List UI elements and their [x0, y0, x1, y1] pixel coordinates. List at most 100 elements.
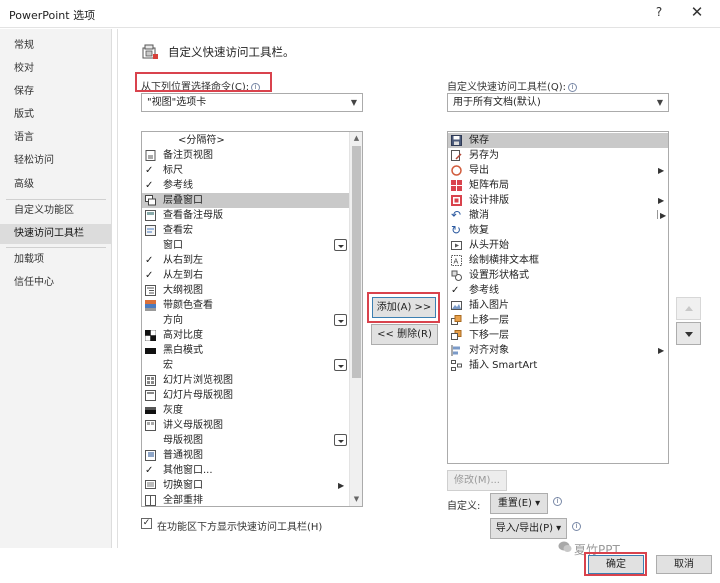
design-layout-icon: [451, 195, 462, 206]
list-item[interactable]: 查看宏: [142, 223, 349, 238]
list-item[interactable]: ✓ 其他窗口...: [142, 463, 349, 478]
switch-windows-icon: [145, 480, 156, 489]
list-item[interactable]: 对齐对象 ▶: [448, 343, 668, 358]
high-contrast-icon: [145, 330, 156, 341]
add-button[interactable]: 添加(A) >>: [372, 297, 436, 318]
list-item[interactable]: ✓ 从右到左: [142, 253, 349, 268]
list-item[interactable]: 灰度: [142, 403, 349, 418]
show-below-ribbon-label: 在功能区下方显示快速访问工具栏(H): [157, 522, 323, 533]
insert-picture-icon: [451, 301, 462, 310]
list-item[interactable]: 设置形状格式: [448, 268, 668, 283]
list-item[interactable]: 大纲视图: [142, 283, 349, 298]
check-icon: ✓: [145, 165, 154, 176]
list-item[interactable]: 全部重排: [142, 493, 349, 506]
list-item[interactable]: 设计排版 ▶: [448, 193, 668, 208]
start-from-beginning-icon: [451, 241, 462, 250]
cancel-button[interactable]: 取消: [656, 555, 712, 574]
list-item-label: 查看备注母版: [163, 210, 223, 221]
sidebar-item-quick-access-toolbar[interactable]: 快速访问工具栏: [0, 224, 111, 244]
submenu-arrow-icon: ▶: [338, 481, 345, 490]
list-item[interactable]: 窗口: [142, 238, 349, 253]
list-item[interactable]: A 绘制横排文本框: [448, 253, 668, 268]
sidebar-item-customize-ribbon[interactable]: 自定义功能区: [0, 201, 111, 221]
list-item[interactable]: 导出 ▶: [448, 163, 668, 178]
choose-commands-dropdown[interactable]: "视图"选项卡 ▼: [141, 93, 363, 112]
list-item[interactable]: 幻灯片母版视图: [142, 388, 349, 403]
list-item[interactable]: 宏: [142, 358, 349, 373]
list-item[interactable]: 查看备注母版: [142, 208, 349, 223]
remove-button[interactable]: << 删除(R): [371, 324, 438, 345]
toolbar-commands-list[interactable]: 保存 另存为 导出 ▶ 矩阵布局 设计排版 ▶ ↶ 撤消 | ▶ ↻ 恢复 从头…: [447, 131, 669, 464]
ok-button[interactable]: 确定: [588, 555, 644, 574]
redo-icon: ↻: [451, 223, 462, 237]
list-item-label: 幻灯片母版视图: [163, 390, 233, 401]
close-button[interactable]: ✕: [688, 3, 706, 21]
list-item[interactable]: ✓ 参考线: [448, 283, 668, 298]
list-item[interactable]: 插入图片: [448, 298, 668, 313]
list-item[interactable]: 下移一层: [448, 328, 668, 343]
list-item-label: 方向: [163, 315, 183, 326]
text-box-icon: A: [451, 255, 462, 266]
list-item[interactable]: 另存为: [448, 148, 668, 163]
sidebar-item-language[interactable]: 语言: [0, 128, 111, 148]
show-below-ribbon-checkbox[interactable]: ✓: [141, 518, 152, 529]
reset-button[interactable]: 重置(E) ▾: [490, 493, 548, 514]
sidebar-item-general[interactable]: 常规: [0, 36, 111, 56]
undo-icon: ↶: [451, 208, 462, 222]
list-item-selected[interactable]: 层叠窗口: [142, 193, 349, 208]
sidebar-item-save[interactable]: 保存: [0, 82, 111, 102]
list-item[interactable]: ✓ 标尺: [142, 163, 349, 178]
customize-toolbar-dropdown[interactable]: 用于所有文档(默认) ▼: [447, 93, 669, 112]
list-item-selected[interactable]: 保存: [448, 133, 668, 148]
scroll-thumb[interactable]: [352, 146, 361, 378]
list-item[interactable]: 幻灯片浏览视图: [142, 373, 349, 388]
list-item[interactable]: 带颜色查看: [142, 298, 349, 313]
list-item[interactable]: 矩阵布局: [448, 178, 668, 193]
list-item[interactable]: 插入 SmartArt: [448, 358, 668, 373]
list-item-label: 从左到右: [163, 270, 203, 281]
list-item[interactable]: ↻ 恢复: [448, 223, 668, 238]
list-item[interactable]: 方向: [142, 313, 349, 328]
list-item[interactable]: 从头开始: [448, 238, 668, 253]
available-commands-list[interactable]: <分隔符> 备注页视图 ✓ 标尺 ✓ 参考线 层叠窗口 查看备注母版 查看宏 窗…: [141, 131, 363, 507]
help-button[interactable]: ?: [651, 5, 667, 19]
list-item[interactable]: 上移一层: [448, 313, 668, 328]
list-item-label: 备注页视图: [163, 150, 213, 161]
import-export-button[interactable]: 导入/导出(P) ▾: [490, 518, 567, 539]
list-item[interactable]: 黑白模式: [142, 343, 349, 358]
sidebar-item-proofing[interactable]: 校对: [0, 59, 111, 79]
available-commands-scrollbar[interactable]: ▲ ▼: [349, 132, 362, 506]
sidebar-item-layout[interactable]: 版式: [0, 105, 111, 125]
sidebar-item-advanced[interactable]: 高级: [0, 175, 111, 195]
move-down-button[interactable]: [676, 322, 701, 345]
list-item-label: 窗口: [163, 240, 183, 251]
modify-button[interactable]: 修改(M)...: [447, 470, 507, 491]
customize-toolbar-label: 自定义快速访问工具栏(Q): i: [447, 78, 578, 93]
list-item[interactable]: 高对比度: [142, 328, 349, 343]
check-icon: ✓: [451, 285, 460, 296]
chevron-down-icon: ▼: [350, 98, 357, 107]
list-item[interactable]: 讲义母版视图: [142, 418, 349, 433]
list-item[interactable]: ✓ 从左到右: [142, 268, 349, 283]
list-item[interactable]: ↶ 撤消 | ▶: [448, 208, 668, 223]
submenu-arrow-icon: ▶: [660, 211, 667, 220]
list-item[interactable]: 切换窗口 ▶: [142, 478, 349, 493]
list-item[interactable]: 普通视图: [142, 448, 349, 463]
list-item-label: 导出: [469, 165, 489, 176]
sidebar-divider: [6, 199, 106, 200]
list-item-label: 从右到左: [163, 255, 203, 266]
move-up-button[interactable]: [676, 297, 701, 320]
slide-master-icon: [145, 390, 156, 401]
sidebar-item-accessibility[interactable]: 轻松访问: [0, 151, 111, 171]
customize-label: 自定义:: [447, 501, 481, 512]
scroll-down-icon[interactable]: ▼: [350, 493, 362, 506]
sidebar-item-trust-center[interactable]: 信任中心: [0, 273, 111, 293]
list-item[interactable]: <分隔符>: [142, 133, 349, 148]
list-item[interactable]: 母版视图: [142, 433, 349, 448]
list-item[interactable]: 备注页视图: [142, 148, 349, 163]
list-item[interactable]: ✓ 参考线: [142, 178, 349, 193]
save-as-icon: [451, 150, 462, 161]
scroll-up-icon[interactable]: ▲: [350, 132, 362, 145]
sidebar-item-addins[interactable]: 加载项: [0, 250, 111, 270]
arrange-all-icon: [145, 495, 156, 506]
